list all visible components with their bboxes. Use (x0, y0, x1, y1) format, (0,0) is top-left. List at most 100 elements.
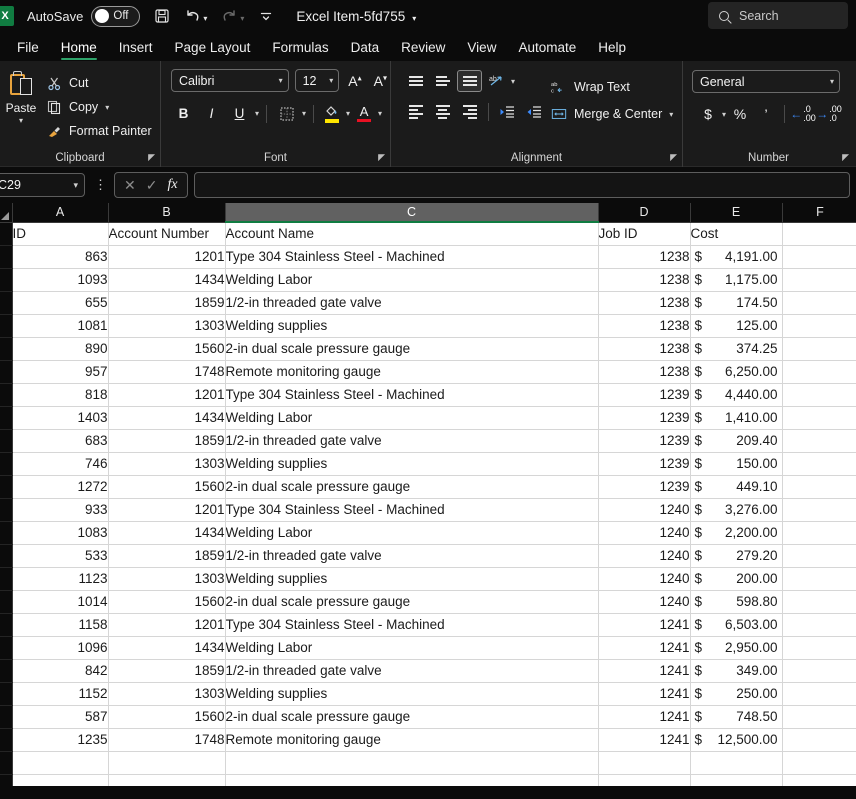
fill-color-caret-icon[interactable]: ▾ (346, 109, 350, 118)
empty-cell[interactable] (108, 774, 225, 786)
cell-cost[interactable]: $748.50 (690, 705, 782, 728)
cell-account-name[interactable]: Type 304 Stainless Steel - Machined (225, 498, 598, 521)
cell-account-name[interactable]: Welding supplies (225, 567, 598, 590)
row-header[interactable] (0, 682, 12, 705)
cell-account-name[interactable]: Remote monitoring gauge (225, 728, 598, 751)
empty-cell[interactable] (782, 429, 856, 452)
cell-account-name[interactable]: Welding Labor (225, 521, 598, 544)
align-right-button[interactable] (457, 101, 482, 123)
empty-cell[interactable] (225, 774, 598, 786)
cell-job-id[interactable]: 1238 (598, 360, 690, 383)
copy-button[interactable]: Copy ▾ (46, 99, 152, 115)
row-header[interactable] (0, 245, 12, 268)
align-top-button[interactable] (403, 70, 428, 92)
tab-file[interactable]: File (6, 40, 50, 61)
cell-account-number[interactable]: 1859 (108, 291, 225, 314)
empty-cell[interactable] (782, 222, 856, 245)
tab-automate[interactable]: Automate (507, 40, 587, 61)
empty-cell[interactable] (782, 728, 856, 751)
header-cell-account-number[interactable]: Account Number (108, 222, 225, 245)
row-header[interactable] (0, 475, 12, 498)
decrease-indent-button[interactable] (495, 101, 520, 123)
row-header[interactable] (0, 360, 12, 383)
customize-quick-access-icon[interactable] (258, 8, 274, 24)
paste-dropdown-caret-icon[interactable]: ▾ (19, 116, 23, 125)
cell-account-name[interactable]: 1/2-in threaded gate valve (225, 544, 598, 567)
empty-cell[interactable] (782, 337, 856, 360)
orientation-button[interactable]: ab (484, 70, 509, 92)
empty-cell[interactable] (782, 682, 856, 705)
document-title[interactable]: Excel Item-5fd755 ▾ (296, 9, 416, 24)
empty-cell[interactable] (782, 360, 856, 383)
cell-job-id[interactable]: 1240 (598, 567, 690, 590)
name-box[interactable]: C29 ▾ (0, 173, 85, 197)
merge-center-caret-icon[interactable]: ▾ (669, 110, 673, 119)
empty-cell[interactable] (690, 774, 782, 786)
tab-view[interactable]: View (456, 40, 507, 61)
cell-job-id[interactable]: 1241 (598, 613, 690, 636)
empty-cell[interactable] (782, 268, 856, 291)
cell-job-id[interactable]: 1241 (598, 682, 690, 705)
cell-job-id[interactable]: 1238 (598, 245, 690, 268)
cell-job-id[interactable]: 1239 (598, 452, 690, 475)
empty-cell[interactable] (782, 383, 856, 406)
row-header[interactable] (0, 544, 12, 567)
format-painter-button[interactable]: Format Painter (46, 123, 152, 139)
font-name-combo[interactable]: Calibri ▾ (171, 69, 289, 92)
cell-cost[interactable]: $200.00 (690, 567, 782, 590)
tab-formulas[interactable]: Formulas (261, 40, 339, 61)
header-cell-id[interactable]: ID (12, 222, 108, 245)
row-header[interactable] (0, 429, 12, 452)
cell-id[interactable]: 1403 (12, 406, 108, 429)
cell-account-number[interactable]: 1748 (108, 728, 225, 751)
empty-cell[interactable] (782, 406, 856, 429)
borders-caret-icon[interactable]: ▾ (302, 109, 306, 118)
cell-account-name[interactable]: Welding Labor (225, 268, 598, 291)
borders-button[interactable] (274, 102, 299, 125)
cell-cost[interactable]: $6,503.00 (690, 613, 782, 636)
empty-cell[interactable] (782, 567, 856, 590)
comma-style-button[interactable]: ’ (754, 103, 778, 125)
cell-cost[interactable]: $4,440.00 (690, 383, 782, 406)
increase-font-size-icon[interactable]: A▴ (345, 73, 364, 89)
number-format-combo[interactable]: General ▾ (692, 70, 840, 93)
bold-button[interactable]: B (171, 102, 196, 125)
empty-cell[interactable] (12, 751, 108, 774)
cell-account-number[interactable]: 1859 (108, 544, 225, 567)
formula-input[interactable] (194, 172, 850, 198)
decrease-font-size-icon[interactable]: A▾ (371, 73, 390, 89)
header-cell-job-id[interactable]: Job ID (598, 222, 690, 245)
empty-cell[interactable] (690, 751, 782, 774)
cell-cost[interactable]: $250.00 (690, 682, 782, 705)
cell-job-id[interactable]: 1241 (598, 636, 690, 659)
underline-button[interactable]: U (227, 102, 252, 125)
empty-cell[interactable] (782, 705, 856, 728)
italic-button[interactable]: I (199, 102, 224, 125)
cancel-icon[interactable]: ✕ (124, 177, 136, 194)
row-header[interactable] (0, 521, 12, 544)
clipboard-dialog-launcher-icon[interactable]: ◤ (148, 152, 155, 163)
undo-dropdown-caret-icon[interactable]: ▾ (203, 14, 207, 23)
underline-caret-icon[interactable]: ▾ (255, 109, 259, 118)
tab-page-layout[interactable]: Page Layout (164, 40, 262, 61)
cell-account-name[interactable]: 1/2-in threaded gate valve (225, 659, 598, 682)
cut-button[interactable]: Cut (46, 75, 152, 91)
tab-home[interactable]: Home (50, 40, 108, 61)
empty-cell[interactable] (782, 245, 856, 268)
cell-cost[interactable]: $2,950.00 (690, 636, 782, 659)
undo-icon[interactable]: ▾ (184, 8, 207, 24)
cell-id[interactable]: 1272 (12, 475, 108, 498)
row-header[interactable] (0, 452, 12, 475)
cell-account-number[interactable]: 1434 (108, 406, 225, 429)
row-header[interactable] (0, 567, 12, 590)
document-title-caret-icon[interactable]: ▾ (412, 14, 416, 23)
cell-account-number[interactable]: 1303 (108, 682, 225, 705)
cell-id[interactable]: 1123 (12, 567, 108, 590)
cell-id[interactable]: 1014 (12, 590, 108, 613)
empty-cell[interactable] (782, 774, 856, 786)
cell-id[interactable]: 1081 (12, 314, 108, 337)
cell-id[interactable]: 746 (12, 452, 108, 475)
cell-id[interactable]: 533 (12, 544, 108, 567)
font-dialog-launcher-icon[interactable]: ◤ (378, 152, 385, 163)
cell-job-id[interactable]: 1239 (598, 383, 690, 406)
